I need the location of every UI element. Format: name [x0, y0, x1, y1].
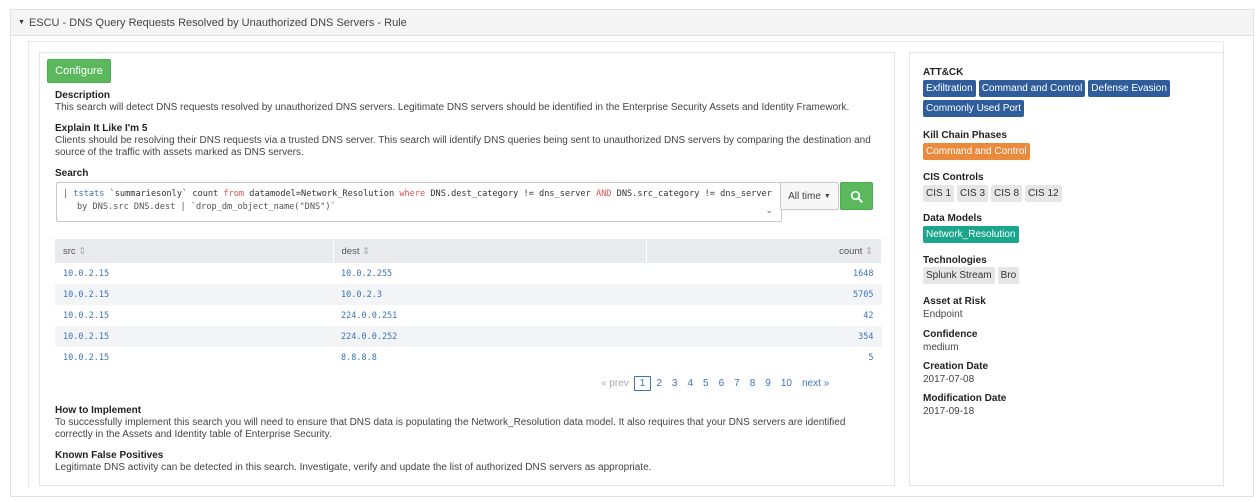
metadata-card: ATT&CK Exfiltration Command and Control …: [909, 52, 1224, 486]
search-line-2: by DNS.src DNS.dest | `drop_dm_object_na…: [77, 202, 336, 212]
tag-exfiltration[interactable]: Exfiltration: [923, 80, 976, 97]
caret-down-icon: ▼: [823, 192, 831, 200]
asset-at-risk-title: Asset at Risk: [923, 296, 986, 307]
cell-src[interactable]: 10.0.2.15: [55, 305, 333, 326]
attack-tags: Exfiltration Command and Control Defense…: [923, 80, 1213, 117]
confidence-value: medium: [923, 342, 959, 353]
pager-page-3[interactable]: 3: [667, 378, 683, 389]
tag-command-and-control[interactable]: Command and Control: [978, 80, 1086, 97]
creation-date-value: 2017-07-08: [923, 374, 975, 385]
pager-page-1[interactable]: 1: [633, 376, 652, 391]
kill-chain-tags: Command and Control: [923, 143, 1213, 160]
cell-src[interactable]: 10.0.2.15: [55, 347, 333, 368]
attack-title: ATT&CK: [923, 67, 964, 78]
sort-icon: ⇕: [865, 245, 873, 257]
pager-page-6[interactable]: 6: [714, 378, 730, 389]
search-line-1: | tstats `summariesonly` count from data…: [63, 189, 772, 199]
modification-date-title: Modification Date: [923, 393, 1007, 404]
tag-commonly-used-port[interactable]: Commonly Used Port: [923, 100, 1025, 117]
table-row: 10.0.2.15 224.0.0.251 42: [55, 305, 882, 326]
confidence-title: Confidence: [923, 329, 978, 340]
search-button[interactable]: [840, 182, 873, 210]
chevron-down-icon[interactable]: ⌄: [765, 205, 773, 218]
cell-count[interactable]: 5705: [646, 284, 882, 305]
time-range-label: All time: [788, 190, 821, 202]
search-title: Search: [55, 168, 89, 179]
cell-dest[interactable]: 10.0.2.255: [333, 263, 646, 284]
technologies-tags: Splunk Stream Bro: [923, 267, 1213, 284]
cell-dest[interactable]: 10.0.2.3: [333, 284, 646, 305]
asset-at-risk-value: Endpoint: [923, 309, 963, 320]
tag-cis-3[interactable]: CIS 3: [957, 185, 989, 202]
search-query-input[interactable]: | tstats `summariesonly` count from data…: [56, 182, 782, 222]
tag-bro[interactable]: Bro: [997, 267, 1020, 284]
tag-defense-evasion[interactable]: Defense Evasion: [1088, 80, 1170, 97]
cis-controls-title: CIS Controls: [923, 172, 984, 183]
search-icon: [850, 190, 863, 203]
false-positives-title: Known False Positives: [55, 450, 164, 461]
modification-date-value: 2017-09-18: [923, 406, 975, 417]
pager-page-2[interactable]: 2: [651, 378, 667, 389]
tag-cis-12[interactable]: CIS 12: [1025, 185, 1062, 202]
pagination: « prev 1 2 3 4 5 6 7 8 9 10 next »: [596, 376, 834, 391]
tag-splunk-stream[interactable]: Splunk Stream: [923, 267, 995, 284]
technologies-title: Technologies: [923, 255, 987, 266]
tag-cis-8[interactable]: CIS 8: [991, 185, 1023, 202]
cell-count[interactable]: 5: [646, 347, 882, 368]
sort-icon: ⇕: [78, 245, 87, 257]
table-row: 10.0.2.15 224.0.0.252 354: [55, 326, 882, 347]
kill-chain-title: Kill Chain Phases: [923, 130, 1007, 141]
cell-src[interactable]: 10.0.2.15: [55, 284, 333, 305]
cell-src[interactable]: 10.0.2.15: [55, 326, 333, 347]
pager-page-4[interactable]: 4: [682, 378, 698, 389]
eli5-text: Clients should be resolving their DNS re…: [55, 135, 871, 158]
table-row: 10.0.2.15 10.0.2.3 5705: [55, 284, 882, 305]
column-header-count[interactable]: count ⇕: [646, 239, 882, 263]
table-row: 10.0.2.15 8.8.8.8 5: [55, 347, 882, 368]
cell-count[interactable]: 1648: [646, 263, 882, 284]
collapse-caret-icon[interactable]: ▼: [18, 19, 25, 26]
pager-next[interactable]: next »: [797, 378, 834, 389]
creation-date-title: Creation Date: [923, 361, 989, 372]
panel-title: ESCU - DNS Query Requests Resolved by Un…: [28, 16, 407, 29]
tag-kill-chain-c2[interactable]: Command and Control: [923, 143, 1030, 160]
table-row: 10.0.2.15 10.0.2.255 1648: [55, 263, 882, 284]
pager-page-9[interactable]: 9: [760, 378, 776, 389]
time-range-picker[interactable]: All time ▼: [780, 182, 839, 210]
cell-src[interactable]: 10.0.2.15: [55, 263, 333, 284]
configure-button[interactable]: Configure: [47, 59, 111, 83]
description-text: This search will detect DNS requests res…: [55, 102, 850, 113]
pager-page-5[interactable]: 5: [698, 378, 714, 389]
pager-page-10[interactable]: 10: [776, 378, 797, 389]
details-card: Configure Description This search will d…: [39, 52, 895, 486]
cell-dest[interactable]: 224.0.0.252: [333, 326, 646, 347]
column-header-src[interactable]: src ⇕: [55, 239, 334, 263]
cis-tags: CIS 1 CIS 3 CIS 8 CIS 12: [923, 185, 1213, 202]
cell-count[interactable]: 42: [646, 305, 882, 326]
how-to-implement-text: To successfully implement this search yo…: [55, 417, 846, 440]
sort-icon: ⇕: [362, 245, 371, 257]
cell-count[interactable]: 354: [646, 326, 882, 347]
tag-network-resolution[interactable]: Network_Resolution: [923, 226, 1019, 243]
pager-page-8[interactable]: 8: [745, 378, 761, 389]
column-header-dest[interactable]: dest ⇕: [333, 239, 647, 263]
pager-prev[interactable]: « prev: [596, 378, 634, 389]
data-models-tags: Network_Resolution: [923, 226, 1213, 243]
results-table: src ⇕ dest ⇕ count ⇕ 10.0.2.15 10.0.2.25…: [55, 239, 882, 368]
data-models-title: Data Models: [923, 213, 982, 224]
description-title: Description: [55, 90, 111, 101]
cell-dest[interactable]: 224.0.0.251: [333, 305, 646, 326]
pager-page-7[interactable]: 7: [729, 378, 745, 389]
cell-dest[interactable]: 8.8.8.8: [333, 347, 646, 368]
eli5-title: Explain It Like I'm 5: [55, 123, 148, 134]
how-to-implement-title: How to Implement: [55, 405, 142, 416]
false-positives-text: Legitimate DNS activity can be detected …: [55, 462, 652, 473]
panel-header[interactable]: ▼ ESCU - DNS Query Requests Resolved by …: [11, 10, 1253, 36]
tag-cis-1[interactable]: CIS 1: [923, 185, 955, 202]
